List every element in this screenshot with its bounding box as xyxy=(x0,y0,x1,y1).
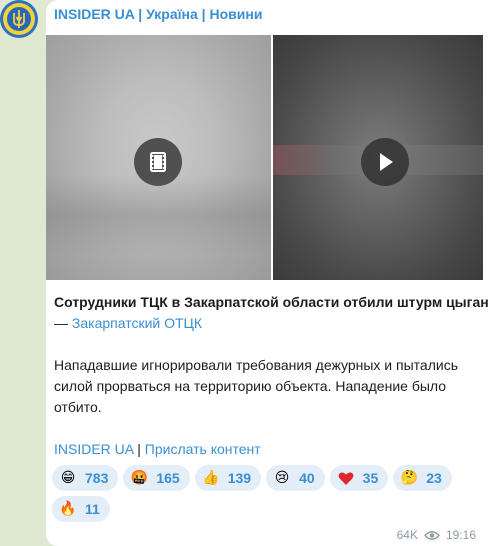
footer-link-submit-content[interactable]: Прислать контент xyxy=(145,441,261,457)
post-text: Сотрудники ТЦК в Закарпатской области от… xyxy=(54,292,488,460)
channel-name[interactable]: INSIDER UA xyxy=(54,6,134,22)
fire-emoji-icon: 🔥 xyxy=(59,501,77,517)
message-meta: 64K 19:16 xyxy=(397,528,476,542)
reaction-count: 23 xyxy=(426,470,442,486)
reaction-crying[interactable]: 😢 40 xyxy=(266,465,325,491)
source-link[interactable]: Закарпатский ОТЦК xyxy=(72,315,202,331)
channel-tag-ukraine[interactable]: Україна xyxy=(146,6,198,22)
media-grid xyxy=(46,35,483,280)
trident-icon xyxy=(13,10,25,28)
eye-icon xyxy=(424,530,440,540)
play-icon xyxy=(380,153,393,171)
channel-separator: | xyxy=(197,6,210,22)
video-thumbnail-2[interactable] xyxy=(273,35,483,280)
reaction-count: 165 xyxy=(156,470,180,486)
reaction-count: 11 xyxy=(85,501,100,517)
reaction-count: 783 xyxy=(85,470,109,486)
heart-emoji-icon xyxy=(337,469,355,487)
reaction-grin[interactable]: 😁 783 xyxy=(52,465,119,491)
post-footer-links: INSIDER UA | Прислать контент xyxy=(54,439,479,460)
video-thumbnail-1[interactable] xyxy=(46,35,271,280)
message-bubble: INSIDER UA | Україна | Новини Сотрудники… xyxy=(46,0,488,546)
message-time: 19:16 xyxy=(445,528,476,542)
source-prefix: — xyxy=(54,315,72,331)
video-play-button-1[interactable] xyxy=(134,138,182,186)
channel-avatar[interactable] xyxy=(0,0,38,38)
thumbs-up-emoji-icon: 👍 xyxy=(202,470,220,486)
footer-link-channel[interactable]: INSIDER UA xyxy=(54,441,133,457)
post-headline: Сотрудники ТЦК в Закарпатской области от… xyxy=(54,294,488,310)
thinking-emoji-icon: 🤔 xyxy=(400,470,418,486)
channel-tag-news[interactable]: Новини xyxy=(210,6,263,22)
video-play-button-2[interactable] xyxy=(361,138,409,186)
post-source-line: — Закарпатский ОТЦК xyxy=(54,313,479,334)
reaction-count: 40 xyxy=(299,470,315,486)
angry-emoji-icon: 🤬 xyxy=(130,470,149,486)
crying-emoji-icon: 😢 xyxy=(274,470,290,486)
channel-separator: | xyxy=(134,6,147,22)
channel-header[interactable]: INSIDER UA | Україна | Новини xyxy=(54,6,262,24)
reaction-angry[interactable]: 🤬 165 xyxy=(123,465,190,491)
reaction-fire[interactable]: 🔥 11 xyxy=(52,496,110,522)
reactions-bar: 😁 783 🤬 165 👍 139 😢 40 35 🤔 23 🔥 11 xyxy=(52,465,472,522)
post-paragraph: Нападавшие игнорировали требования дежур… xyxy=(54,357,458,415)
reaction-thumbs-up[interactable]: 👍 139 xyxy=(194,465,262,491)
reaction-count: 139 xyxy=(227,470,252,486)
reaction-count: 35 xyxy=(362,470,379,486)
view-count: 64K xyxy=(396,528,418,542)
film-icon xyxy=(150,152,166,172)
reaction-heart[interactable]: 35 xyxy=(329,465,389,491)
footer-separator: | xyxy=(133,441,145,457)
reaction-thinking[interactable]: 🤔 23 xyxy=(393,465,452,491)
grin-emoji-icon: 😁 xyxy=(60,470,76,486)
